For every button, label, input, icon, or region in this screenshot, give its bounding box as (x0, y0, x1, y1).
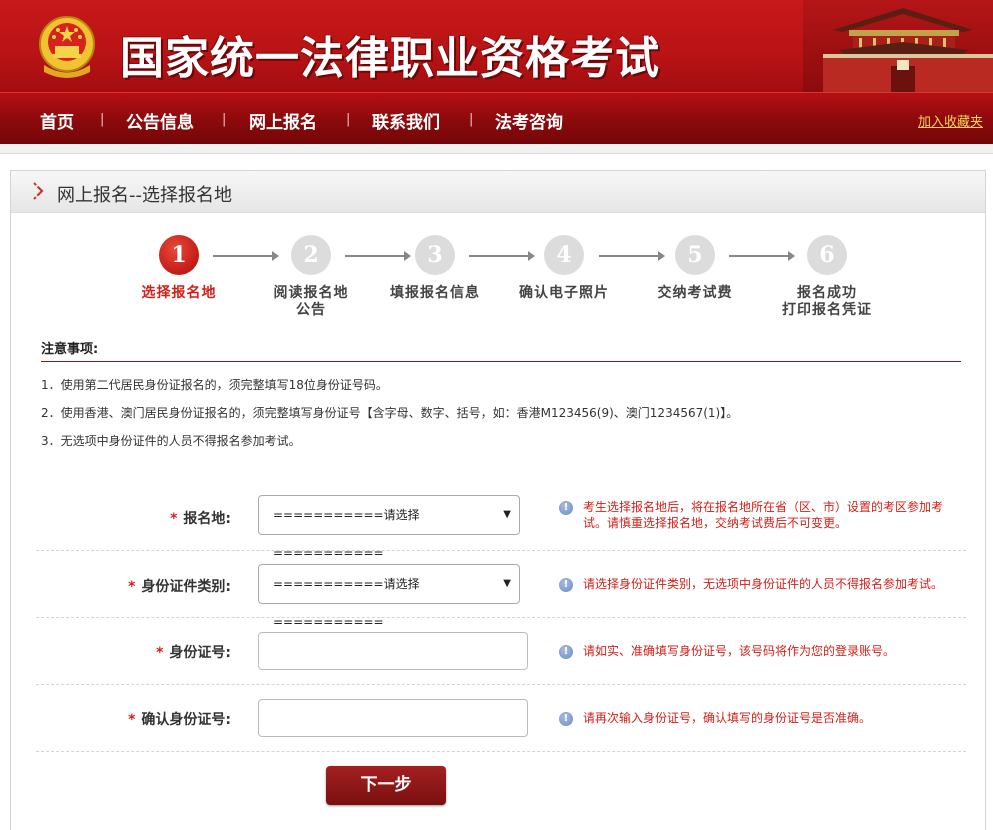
step-label: 填报报名信息 (390, 285, 480, 301)
step-number: 3 (415, 235, 455, 275)
step-number: 6 (807, 235, 847, 275)
step-number: 5 (675, 235, 715, 275)
info-icon: ! (559, 578, 573, 592)
nav-bottom-strip (0, 144, 993, 154)
required-mark: * (128, 712, 136, 728)
chevron-right-icon (33, 182, 44, 200)
step-arrow-icon (599, 251, 665, 261)
confirm-id-number-label-text: 确认身份证号: (141, 712, 231, 728)
required-mark: * (170, 511, 178, 527)
registration-place-label-text: 报名地: (183, 511, 231, 527)
national-emblem-icon (39, 16, 95, 78)
confirm-id-number-hint: 请再次输入身份证号，确认填写的身份证号是否准确。 (583, 711, 872, 725)
id-number-label-text: 身份证号: (169, 645, 231, 661)
note-item: 2．使用香港、澳门居民身份证报名的，须完整填写身份证号【含字母、数字、括号，如：… (41, 406, 739, 420)
step-arrow-icon (469, 251, 535, 261)
required-mark: * (128, 579, 136, 595)
nav-separator: | (469, 112, 474, 127)
form-row-id-number: * 身份证号: ! 请如实、准确填写身份证号，该号码将作为您的登录账号。 (36, 618, 966, 685)
form-row-confirm-id-number: * 确认身份证号: ! 请再次输入身份证号，确认填写的身份证号是否准确。 (36, 685, 966, 752)
site-title: 国家统一法律职业资格考试 (120, 33, 660, 84)
confirm-id-number-input[interactable] (258, 699, 528, 737)
step-number: 4 (544, 235, 584, 275)
form-row-registration-place: * 报名地: ===========请选择=========== ▼ ! 考生选择… (36, 484, 966, 560)
id-number-input[interactable] (258, 632, 528, 670)
step-arrow-icon (345, 251, 411, 261)
add-to-favorites-link[interactable]: 加入收藏夹 (918, 111, 983, 130)
nav-announcements[interactable]: 公告信息 (126, 108, 194, 133)
step-label: 报名成功 (797, 285, 857, 301)
step-number: 1 (159, 235, 199, 275)
nav-separator: | (222, 112, 227, 127)
info-icon: ! (559, 645, 573, 659)
nav-exam-consulting[interactable]: 法考咨询 (495, 108, 563, 133)
id-type-hint: 请选择身份证件类别，无选项中身份证件的人员不得报名参加考试。 (583, 577, 944, 591)
notes-divider (41, 361, 961, 362)
note-item: 1．使用第二代居民身份证报名的，须完整填写18位身份证号码。 (41, 378, 388, 392)
nav-separator: | (100, 112, 105, 127)
id-type-label: * 身份证件类别: (128, 576, 231, 596)
step-number: 2 (291, 235, 331, 275)
main-nav: 首页 | 公告信息 | 网上报名 | 联系我们 | 法考咨询 加入收藏夹 (0, 92, 993, 144)
registration-place-hint: 考生选择报名地后，将在报名地所在省（区、市）设置的考区参加考 试。请慎重选择报名… (583, 499, 963, 531)
id-type-select[interactable]: ===========请选择=========== ▼ (258, 564, 520, 629)
notes-title: 注意事项: (41, 342, 99, 357)
hint-line: 考生选择报名地后，将在报名地所在省（区、市）设置的考区参加考 (583, 500, 944, 514)
progress-steps: 1 2 3 4 5 6 选择报名地 阅读报名地 公告 填报报名信息 确认电子照片… (11, 213, 987, 333)
note-item: 3．无选项中身份证件的人员不得报名参加考试。 (41, 434, 301, 448)
dropdown-caret-icon: ▼ (503, 509, 511, 520)
id-number-hint: 请如实、准确填写身份证号，该号码将作为您的登录账号。 (583, 644, 896, 658)
registration-place-label: * 报名地: (170, 508, 231, 528)
registration-place-select[interactable]: ===========请选择=========== ▼ (258, 495, 520, 560)
registration-panel: 网上报名--选择报名地 1 2 3 4 5 6 选择报名地 阅读报名地 公告 填… (10, 170, 986, 830)
step-arrow-icon (213, 251, 279, 261)
step-label-line2: 公告 (296, 302, 326, 318)
step-label: 阅读报名地 (273, 285, 349, 301)
tiananmen-gate-icon (803, 0, 993, 92)
required-mark: * (156, 645, 164, 661)
nav-separator: | (346, 112, 351, 127)
id-number-label: * 身份证号: (156, 642, 231, 662)
next-step-button[interactable]: 下一步 (326, 766, 446, 805)
nav-online-registration[interactable]: 网上报名 (249, 108, 317, 133)
form-row-id-type: * 身份证件类别: ===========请选择=========== ▼ ! 请… (36, 551, 966, 629)
panel-title: 网上报名--选择报名地 (57, 185, 232, 206)
hint-line: 试。请慎重选择报名地，交纳考试费后不可变更。 (583, 516, 848, 530)
nav-home[interactable]: 首页 (40, 108, 74, 133)
dropdown-caret-icon: ▼ (503, 578, 511, 589)
id-type-label-text: 身份证件类别: (141, 579, 231, 595)
site-header: 国家统一法律职业资格考试 (0, 0, 993, 92)
step-arrow-icon (729, 251, 795, 261)
info-icon: ! (559, 712, 573, 726)
info-icon: ! (559, 501, 573, 515)
step-label: 选择报名地 (141, 285, 217, 301)
nav-contact-us[interactable]: 联系我们 (372, 108, 440, 133)
confirm-id-number-label: * 确认身份证号: (128, 709, 231, 729)
panel-header: 网上报名--选择报名地 (11, 171, 985, 213)
step-label: 确认电子照片 (519, 285, 609, 301)
step-label: 交纳考试费 (657, 285, 733, 301)
step-label-line2: 打印报名凭证 (782, 302, 872, 318)
